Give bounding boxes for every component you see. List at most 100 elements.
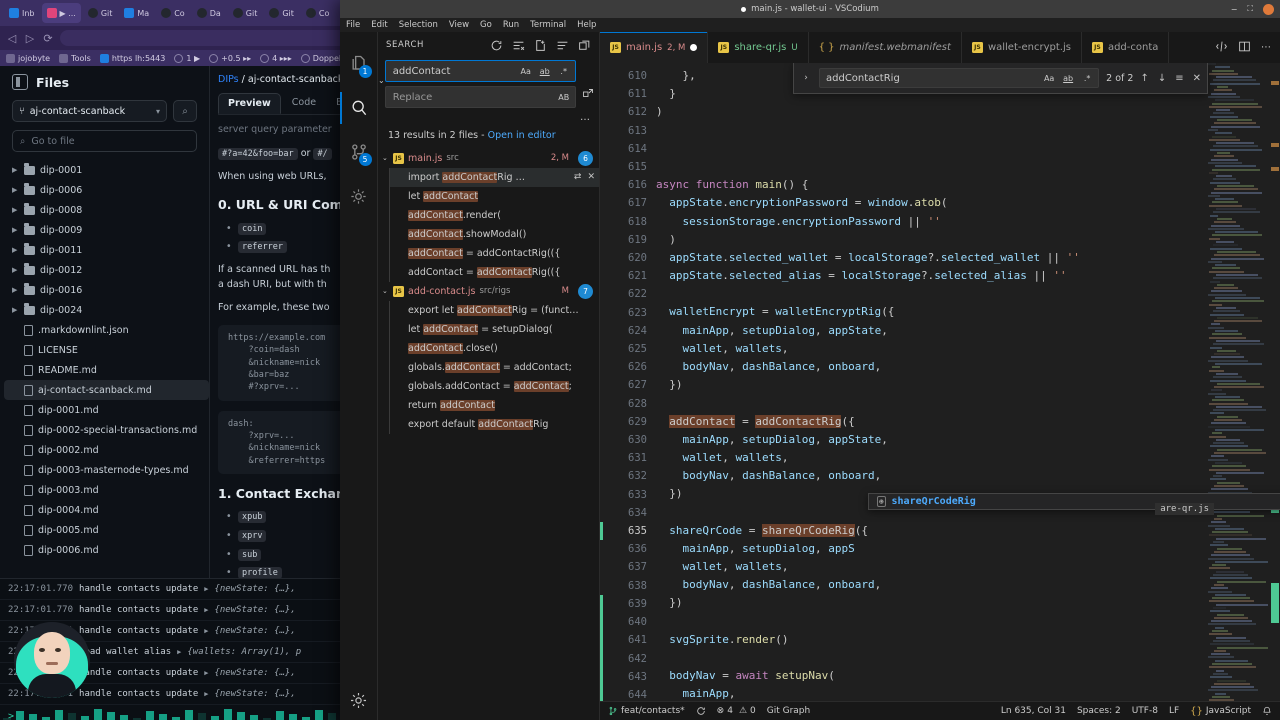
editor-tabs[interactable]: JS main.js 2, M JS share-qr.js U { } manifest.w… — [600, 32, 1280, 63]
toggle-panel-icon[interactable] — [1238, 40, 1251, 56]
code-line[interactable]: shareQrCode = shareQrCodeRig({ — [656, 522, 1206, 540]
bookmark-item[interactable]: 4 ▸▸▸ — [260, 53, 292, 63]
code-line[interactable] — [656, 285, 1206, 303]
preserve-case-toggle[interactable]: AB — [556, 89, 572, 105]
code-line[interactable]: addContact = addContactRig({ — [656, 413, 1206, 431]
bookmark-item[interactable]: jojobyte — [6, 53, 50, 63]
activity-item-explorer[interactable]: 1 — [340, 42, 378, 86]
match-whole-word-toggle[interactable]: ab — [537, 63, 553, 79]
browser-tab[interactable]: ▶ ... — [41, 3, 81, 23]
bookmark-item[interactable]: Tools — [59, 53, 91, 63]
find-widget[interactable]: › Aa ab .* 2 of 2 ↑ ↓ — [793, 63, 1208, 94]
back-icon[interactable]: ◁ — [6, 32, 18, 45]
next-match-icon[interactable]: ↓ — [1158, 73, 1166, 84]
browser-tab[interactable]: Da — [192, 3, 226, 23]
tree-file-row[interactable]: dip-0006.md — [4, 540, 209, 560]
branch-selector[interactable]: ⑂ aj-contact-scanback ▾ — [12, 100, 167, 122]
search-result-match[interactable]: globals.addContact = addContact; — [390, 377, 599, 396]
use-regex-toggle[interactable]: .* — [556, 63, 572, 79]
match-case-toggle[interactable]: Aa — [518, 63, 534, 79]
menu-item-run[interactable]: Run — [503, 20, 519, 30]
tree-file-row[interactable]: .markdownlint.json — [4, 320, 209, 340]
editor-tab[interactable]: JS wallet-encrypt.js — [962, 32, 1082, 63]
code-line[interactable]: bodyNav, dashBalance, onboard, — [656, 467, 1206, 485]
code-line[interactable]: mainApp, — [656, 685, 1206, 701]
status-problems[interactable]: ⊗ 4 ⚠ 0 — [717, 706, 756, 716]
code-line[interactable]: bodyNav, dashBalance, onboard, — [656, 358, 1206, 376]
find-input-wrap[interactable]: Aa ab .* — [819, 68, 1100, 88]
toggle-replace-icon[interactable]: ⌄ — [378, 60, 385, 112]
browser-tab[interactable]: Co — [156, 3, 189, 23]
activity-item-source-control[interactable]: 5 — [340, 130, 378, 174]
status-cursor-position[interactable]: Ln 635, Col 31 — [1001, 706, 1066, 716]
tree-file-row[interactable]: dip-0004.md — [4, 500, 209, 520]
bookmark-item[interactable]: 1 ▶ — [174, 53, 200, 63]
match-case-toggle[interactable]: Aa — [1041, 70, 1057, 86]
browser-tab[interactable]: Git — [264, 3, 299, 23]
expand-icon[interactable]: ▶ — [204, 585, 208, 593]
status-encoding[interactable]: UTF-8 — [1132, 706, 1158, 716]
search-result-match[interactable]: addContact.close() — [390, 339, 599, 358]
code-line[interactable] — [656, 140, 1206, 158]
tree-folder-row[interactable]: ▶ dip-0011 — [4, 240, 209, 260]
close-icon[interactable]: ✕ — [1193, 73, 1201, 84]
tree-folder-row[interactable]: ▶ dip-0012 — [4, 260, 209, 280]
menu-bar[interactable]: File Edit Selection View Go Run Terminal Help — [340, 18, 1280, 32]
code-line[interactable]: bodyNav, dashBalance, onboard, — [656, 576, 1206, 594]
search-result-match[interactable]: addContact = addContactRig(({ — [390, 244, 599, 263]
code-line[interactable]: walletEncrypt = walletEncryptRig({ — [656, 303, 1206, 321]
code-editor[interactable]: 610 611 612 613 614 615 616 617 618 619 620 621 622 6… — [600, 63, 1280, 701]
code-line[interactable] — [656, 394, 1206, 412]
refresh-icon[interactable] — [490, 39, 503, 52]
toggle-replace-icon[interactable]: › — [800, 73, 812, 83]
view-as-tree-icon[interactable] — [556, 39, 569, 52]
tree-folder-row[interactable]: ▶ dip-0009 — [4, 220, 209, 240]
dismiss-icon[interactable]: ✕ — [587, 172, 595, 182]
menu-item-terminal[interactable]: Terminal — [530, 20, 566, 30]
search-results-tree[interactable]: ⌄ JS main.js src 2, M 6 import addContactRig …… — [378, 149, 599, 720]
replace-input[interactable] — [392, 91, 556, 103]
search-result-match[interactable]: let addContact — [390, 187, 599, 206]
file-view-tab[interactable]: Preview — [218, 93, 281, 114]
tree-folder-row[interactable]: ▶ dip-0008 — [4, 200, 209, 220]
clear-search-results-icon[interactable] — [512, 39, 525, 52]
close-button[interactable] — [1263, 3, 1274, 15]
replace-all-icon[interactable] — [580, 85, 596, 101]
chevron-down-icon[interactable]: ⌄ — [382, 287, 389, 295]
browser-tab[interactable]: Git — [83, 3, 118, 23]
editor-tab[interactable]: JS add-conta — [1082, 32, 1170, 63]
search-result-match[interactable]: addContact.showModal() — [390, 225, 599, 244]
menu-item-file[interactable]: File — [346, 20, 360, 30]
editor-tab[interactable]: JS share-qr.js U — [708, 32, 809, 63]
status-eol[interactable]: LF — [1169, 706, 1179, 716]
code-line[interactable] — [656, 122, 1206, 140]
tree-folder-row[interactable]: ▶ dip-0006 — [4, 180, 209, 200]
menu-item-go[interactable]: Go — [480, 20, 492, 30]
code-line[interactable]: svgSprite.render() — [656, 631, 1206, 649]
open-in-editor-link[interactable]: Open in editor — [488, 130, 556, 141]
minimize-button[interactable]: − — [1231, 5, 1238, 14]
search-result-match[interactable]: import addContactRig … ⇄ ✕ — [390, 167, 599, 187]
toggle-search-details-icon[interactable]: … — [378, 112, 599, 125]
menu-item-edit[interactable]: Edit — [371, 20, 387, 30]
search-input-wrap[interactable]: Aa ab .* — [384, 60, 576, 82]
code-line[interactable]: async function main() { — [656, 176, 1206, 194]
collapse-all-icon[interactable] — [578, 39, 591, 52]
code-line[interactable]: ) — [656, 103, 1206, 121]
maximize-button[interactable]: ⛶ — [1247, 4, 1253, 14]
search-result-match[interactable]: let addContact = setupDialog( — [390, 320, 599, 339]
match-whole-word-toggle[interactable]: ab — [1060, 70, 1076, 86]
tree-file-row[interactable]: dip-0003-masternode-types.md — [4, 460, 209, 480]
editor-tab[interactable]: { } manifest.webmanifest — [809, 32, 962, 63]
previous-match-icon[interactable]: ↑ — [1140, 73, 1148, 84]
search-result-match[interactable]: export let addContactRig = (funct… — [390, 301, 599, 320]
expand-icon[interactable]: ▶ — [204, 690, 208, 698]
code-line[interactable]: appState.selected_wallet = localStorage?… — [656, 249, 1206, 267]
code-line[interactable]: mainApp, setupDialog, appState, — [656, 431, 1206, 449]
search-result-match[interactable]: addContact = addContactRig(({ — [390, 263, 599, 282]
tree-file-row[interactable]: LICENSE — [4, 340, 209, 360]
browser-tab[interactable]: Git — [228, 3, 263, 23]
tree-file-row[interactable]: aj-contact-scanback.md — [4, 380, 209, 400]
editor-tab[interactable]: JS main.js 2, M — [600, 32, 709, 63]
search-result-file[interactable]: ⌄ JS main.js src 2, M 6 — [378, 149, 599, 168]
